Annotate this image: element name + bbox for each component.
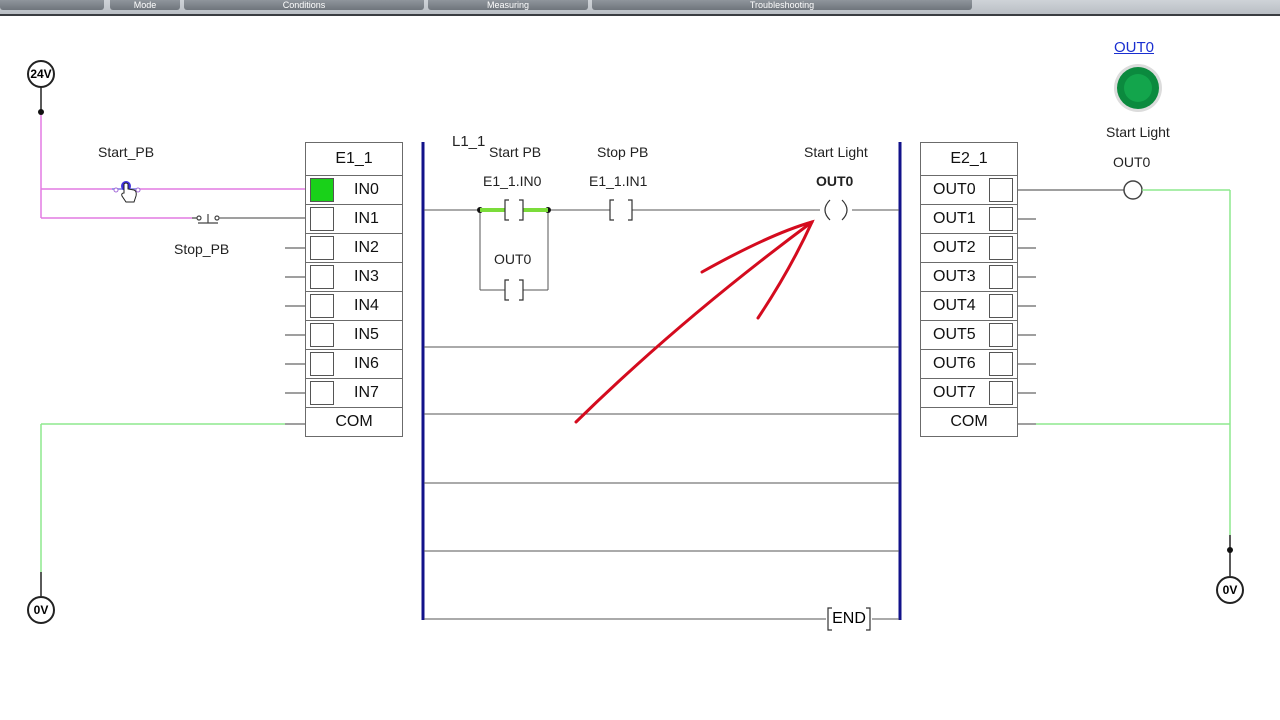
output-indicator xyxy=(989,265,1013,289)
output-indicator xyxy=(989,294,1013,318)
output-indicator xyxy=(989,323,1013,347)
output-indicator xyxy=(989,352,1013,376)
right-common-wiring xyxy=(1036,189,1231,535)
out0-link[interactable]: OUT0 xyxy=(1114,39,1154,56)
annotation-arrow xyxy=(574,219,815,424)
output-label: OUT4 xyxy=(933,297,976,314)
output-label: OUT1 xyxy=(933,210,976,227)
output-label: OUT5 xyxy=(933,326,976,343)
output-module: E2_1 OUT0 OUT1 OUT2 OUT3 OUT4 OUT5 OUT6 … xyxy=(920,142,1018,437)
supply-wiring xyxy=(40,112,305,219)
output-channel[interactable]: OUT0 xyxy=(921,176,1017,205)
input-common-label: COM xyxy=(335,413,373,430)
start-pb-label: Start_PB xyxy=(98,144,155,160)
output-indicator xyxy=(989,381,1013,405)
output-channel[interactable]: OUT4 xyxy=(921,292,1017,321)
coil-out0[interactable] xyxy=(824,199,848,221)
input-channel[interactable]: IN1 xyxy=(306,205,402,234)
output-indicator xyxy=(989,236,1013,260)
rung-1 xyxy=(424,209,899,291)
input-label: IN3 xyxy=(354,268,379,285)
input-channel[interactable]: IN4 xyxy=(306,292,402,321)
output-indicator xyxy=(989,207,1013,231)
output-lamp-terminal xyxy=(1123,180,1143,200)
ground-0v-terminal-left: 0V xyxy=(27,596,55,624)
output-label: OUT2 xyxy=(933,239,976,256)
input-indicator xyxy=(310,381,334,405)
output-channel[interactable]: OUT2 xyxy=(921,234,1017,263)
empty-rungs xyxy=(424,346,899,620)
input-channel[interactable]: IN3 xyxy=(306,263,402,292)
rung-label: L1_1 xyxy=(452,133,486,150)
output-label: OUT0 xyxy=(933,181,976,198)
start-pb-switch[interactable] xyxy=(112,181,141,203)
input-channel[interactable]: IN7 xyxy=(306,379,402,408)
contact-seal-out0[interactable] xyxy=(504,279,524,301)
output-label: OUT3 xyxy=(933,268,976,285)
contact-stop-pb[interactable] xyxy=(609,199,633,221)
start-light-label: Start Light xyxy=(1106,124,1170,140)
output-label: OUT7 xyxy=(933,384,976,401)
output-common-label: COM xyxy=(950,413,988,430)
input-module-title: E1_1 xyxy=(306,143,402,176)
input-indicator xyxy=(310,352,334,376)
output-channel[interactable]: OUT6 xyxy=(921,350,1017,379)
ladder-rails xyxy=(421,142,902,620)
input-label: IN1 xyxy=(354,210,379,227)
contact2-description: Stop PB xyxy=(597,144,649,160)
contact1-description: Start PB xyxy=(489,144,542,160)
input-channel[interactable]: IN6 xyxy=(306,350,402,379)
input-stubs xyxy=(285,247,305,394)
input-indicator xyxy=(310,323,334,347)
input-label: IN4 xyxy=(354,297,379,314)
input-label: IN6 xyxy=(354,355,379,372)
seal-contact-tag: OUT0 xyxy=(494,251,532,267)
output-module-title: E2_1 xyxy=(921,143,1017,176)
output-common: COM xyxy=(921,408,1017,436)
contact-start-pb[interactable] xyxy=(480,199,548,221)
stop-pb-label: Stop_PB xyxy=(174,241,230,257)
input-channel[interactable]: IN2 xyxy=(306,234,402,263)
input-indicator xyxy=(310,265,334,289)
input-indicator xyxy=(310,294,334,318)
input-common: COM xyxy=(306,408,402,436)
output-label: OUT6 xyxy=(933,355,976,372)
input-channel[interactable]: IN5 xyxy=(306,321,402,350)
coil-description: Start Light xyxy=(804,144,868,160)
output-stubs xyxy=(1016,189,1124,425)
input-label: IN7 xyxy=(354,384,379,401)
contact1-tag: E1_1.IN0 xyxy=(483,173,542,189)
stop-pb-switch[interactable] xyxy=(192,214,305,224)
output-channel[interactable]: OUT1 xyxy=(921,205,1017,234)
input-indicator xyxy=(310,207,334,231)
lamp-terminal-label: OUT0 xyxy=(1113,154,1151,170)
output-channel[interactable]: OUT3 xyxy=(921,263,1017,292)
contact2-tag: E1_1.IN1 xyxy=(589,173,648,189)
end-instruction: END xyxy=(826,606,872,632)
input-label: IN5 xyxy=(354,326,379,343)
end-label: END xyxy=(832,610,866,627)
ground-0v-terminal-right: 0V xyxy=(1216,576,1244,604)
coil-tag: OUT0 xyxy=(816,173,854,189)
output-channel[interactable]: OUT5 xyxy=(921,321,1017,350)
input-indicator xyxy=(310,236,334,260)
start-light-lamp xyxy=(1114,64,1162,112)
junction-dot xyxy=(38,109,44,115)
input-label: IN2 xyxy=(354,239,379,256)
output-indicator xyxy=(989,178,1013,202)
supply-24v-terminal: 24V xyxy=(27,60,55,88)
input-label: IN0 xyxy=(354,181,379,198)
input-indicator xyxy=(310,178,334,202)
left-common-wiring xyxy=(40,423,285,572)
input-module: E1_1 IN0 IN1 IN2 IN3 IN4 IN5 IN6 IN7 COM xyxy=(305,142,403,437)
input-channel[interactable]: IN0 xyxy=(306,176,402,205)
output-channel[interactable]: OUT7 xyxy=(921,379,1017,408)
wiring-diagram xyxy=(38,64,1233,620)
